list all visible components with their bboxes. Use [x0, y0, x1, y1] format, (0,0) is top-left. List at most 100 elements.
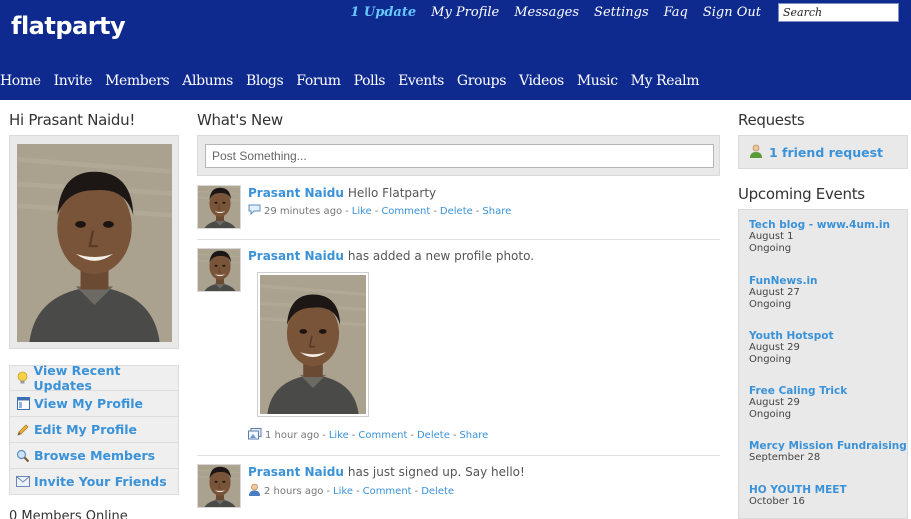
comment-link[interactable]: Comment: [363, 486, 412, 497]
site-header: flatparty 1 Update My Profile Messages S…: [0, 0, 911, 100]
feed-item: Prasant Naidu has just signed up. Say hel…: [197, 464, 720, 514]
event-date: August 29: [749, 342, 800, 353]
feed-divider: [197, 239, 720, 240]
view-my-profile-label: View My Profile: [34, 396, 143, 411]
feed-text: Prasant Naidu has added a new profile pho…: [248, 249, 534, 263]
event-status: Ongoing: [749, 354, 792, 365]
feed-meta: 29 minutes ago - Like - Comment - Delete…: [248, 204, 511, 218]
friend-request-box[interactable]: 1 friend request: [738, 135, 908, 169]
nav-invite[interactable]: Invite: [54, 73, 93, 89]
feed-message: has added a new profile photo.: [347, 249, 535, 263]
nav-my-realm[interactable]: My Realm: [631, 73, 700, 89]
browse-members-label: Browse Members: [34, 448, 156, 463]
lightbulb-icon: [16, 371, 30, 385]
requests-heading: Requests: [738, 111, 805, 129]
messages-link[interactable]: Messages: [514, 5, 579, 20]
event-item: Tech blog - www.4um.in August 1 Ongoing: [749, 219, 890, 255]
view-my-profile-link[interactable]: View My Profile: [9, 391, 179, 417]
upcoming-events-heading: Upcoming Events: [738, 185, 865, 203]
friend-request-icon: [749, 144, 763, 161]
settings-link[interactable]: Settings: [594, 5, 649, 20]
nav-groups[interactable]: Groups: [457, 73, 506, 89]
share-link[interactable]: Share: [459, 430, 488, 441]
nav-videos[interactable]: Videos: [519, 73, 564, 89]
upcoming-events-list: Tech blog - www.4um.in August 1 Ongoing …: [738, 209, 908, 519]
nav-blogs[interactable]: Blogs: [246, 73, 284, 89]
my-profile-link[interactable]: My Profile: [431, 5, 499, 20]
feed-user-link[interactable]: Prasant Naidu: [248, 249, 344, 263]
browse-members-link[interactable]: Browse Members: [9, 443, 179, 469]
delete-link[interactable]: Delete: [440, 206, 473, 217]
feed-avatar[interactable]: [197, 248, 241, 292]
nav-members[interactable]: Members: [105, 73, 170, 89]
like-link[interactable]: Like: [333, 486, 353, 497]
feed-item: Prasant Naidu Hello Flatparty 29 minutes …: [197, 185, 720, 235]
edit-my-profile-label: Edit My Profile: [34, 422, 137, 437]
nav-polls[interactable]: Polls: [354, 73, 386, 89]
delete-link[interactable]: Delete: [417, 430, 450, 441]
event-date: August 27: [749, 287, 800, 298]
comment-link[interactable]: Comment: [358, 430, 407, 441]
search-input[interactable]: [778, 3, 899, 22]
event-item: Mercy Mission Fundraising September 28: [749, 440, 907, 464]
event-status: Ongoing: [749, 299, 792, 310]
like-link[interactable]: Like: [352, 206, 372, 217]
profile-photo-frame: [9, 135, 179, 349]
speech-bubble-icon: [248, 204, 261, 218]
magnifier-icon: [16, 449, 30, 463]
event-link[interactable]: Youth Hotspot: [749, 330, 834, 342]
event-date: September 28: [749, 452, 821, 463]
share-link[interactable]: Share: [482, 206, 511, 217]
pencil-icon: [16, 423, 30, 437]
main-nav: Home Invite Members Albums Blogs Forum P…: [0, 73, 712, 89]
updates-link[interactable]: 1 Update: [350, 5, 416, 20]
nav-events[interactable]: Events: [398, 73, 444, 89]
delete-link[interactable]: Delete: [421, 486, 454, 497]
top-links: 1 Update My Profile Messages Settings Fa…: [350, 5, 761, 20]
faq-link[interactable]: Faq: [664, 5, 688, 20]
feed-timestamp: 2 hours ago: [264, 485, 324, 497]
feed-timestamp: 29 minutes ago: [264, 205, 343, 217]
view-recent-updates-link[interactable]: View Recent Updates: [9, 363, 179, 393]
members-online-heading: 0 Members Online: [9, 509, 128, 519]
feed-timestamp: 1 hour ago: [265, 430, 320, 441]
event-date: August 29: [749, 397, 800, 408]
whats-new-heading: What's New: [197, 111, 283, 129]
event-item: Youth Hotspot August 29 Ongoing: [749, 330, 834, 366]
event-link[interactable]: Free Caling Trick: [749, 385, 847, 397]
feed-user-link[interactable]: Prasant Naidu: [248, 186, 344, 200]
comment-link[interactable]: Comment: [381, 206, 430, 217]
feed-meta: 2 hours ago - Like - Comment - Delete: [248, 483, 454, 499]
like-link[interactable]: Like: [329, 430, 349, 441]
event-link[interactable]: Tech blog - www.4um.in: [749, 219, 890, 231]
greeting-heading: Hi Prasant Naidu!: [9, 111, 136, 129]
edit-my-profile-link[interactable]: Edit My Profile: [9, 417, 179, 443]
event-link[interactable]: FunNews.in: [749, 275, 818, 287]
new-profile-photo[interactable]: [257, 272, 369, 417]
invite-your-friends-label: Invite Your Friends: [34, 474, 167, 489]
feed-message: has just signed up. Say hello!: [347, 465, 525, 479]
feed-item: Prasant Naidu has added a new profile pho…: [197, 248, 720, 448]
event-date: August 1: [749, 231, 794, 242]
event-status: Ongoing: [749, 409, 792, 420]
site-logo[interactable]: flatparty: [11, 12, 126, 40]
feed-avatar[interactable]: [197, 464, 241, 508]
event-date: October 16: [749, 496, 805, 507]
event-link[interactable]: Mercy Mission Fundraising: [749, 440, 907, 452]
nav-albums[interactable]: Albums: [182, 73, 233, 89]
event-item: Free Caling Trick August 29 Ongoing: [749, 385, 847, 421]
invite-your-friends-link[interactable]: Invite Your Friends: [9, 469, 179, 495]
event-link[interactable]: HO YOUTH MEET: [749, 484, 847, 496]
feed-text: Prasant Naidu Hello Flatparty: [248, 186, 436, 200]
feed-user-link[interactable]: Prasant Naidu: [248, 465, 344, 479]
sign-out-link[interactable]: Sign Out: [703, 5, 761, 20]
feed-avatar[interactable]: [197, 185, 241, 229]
nav-forum[interactable]: Forum: [296, 73, 341, 89]
feed-meta: 1 hour ago - Like - Comment - Delete - S…: [248, 428, 488, 443]
nav-home[interactable]: Home: [0, 73, 41, 89]
view-recent-updates-label: View Recent Updates: [33, 363, 121, 393]
post-something-input[interactable]: [205, 144, 714, 168]
nav-music[interactable]: Music: [577, 73, 618, 89]
friend-request-link[interactable]: 1 friend request: [769, 145, 883, 160]
profile-photo[interactable]: [17, 144, 172, 342]
